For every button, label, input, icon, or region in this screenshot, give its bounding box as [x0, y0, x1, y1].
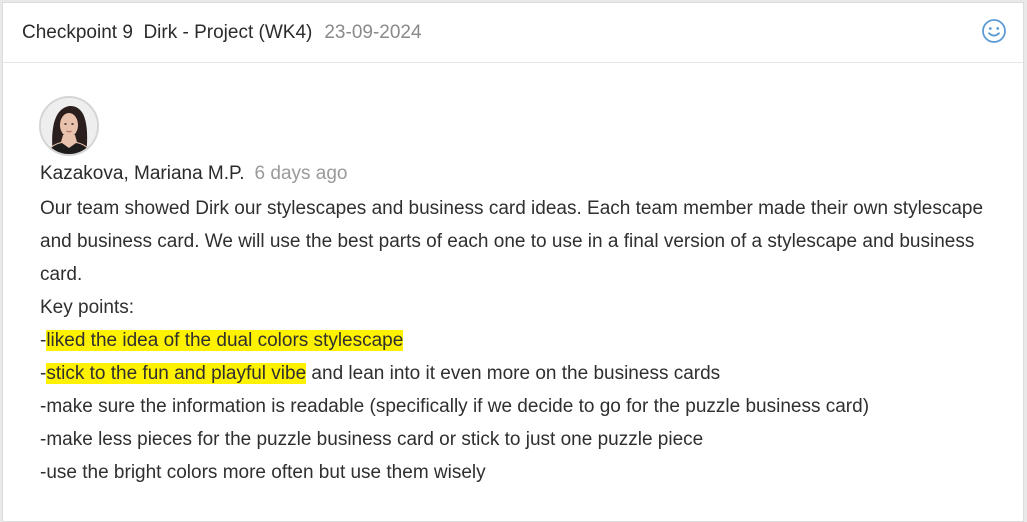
comment-paragraph: Our team showed Dirk our stylescapes and…	[40, 198, 984, 285]
comment-meta: Kazakova, Mariana M.P. 6 days ago	[40, 160, 348, 188]
card-header: Checkpoint 9 Dirk - Project (WK4) 23-09-…	[3, 3, 1023, 63]
point-text: and lean into it even more on the busine…	[306, 363, 721, 384]
point-text: make less pieces for the puzzle business…	[46, 429, 704, 450]
checkpoint-title: Checkpoint 9 Dirk - Project (WK4)	[22, 21, 313, 43]
user-avatar-icon	[41, 98, 97, 154]
author-name: Kazakova, Mariana M.P.	[40, 163, 245, 184]
checkpoint-date: 23-09-2024	[324, 21, 422, 43]
highlighted-text: liked the idea of the dual colors styles…	[46, 330, 404, 351]
checkpoint-card: Checkpoint 9 Dirk - Project (WK4) 23-09-…	[2, 2, 1024, 522]
list-item: -use the bright colors more often but us…	[40, 456, 1000, 489]
point-text: use the bright colors more often but use…	[46, 462, 486, 483]
point-text: make sure the information is readable (s…	[46, 396, 870, 417]
smiley-icon[interactable]	[981, 18, 1007, 44]
comment-timestamp: 6 days ago	[254, 163, 348, 184]
list-item: -make sure the information is readable (…	[40, 390, 1000, 423]
list-item: -stick to the fun and playful vibe and l…	[40, 357, 1000, 390]
highlighted-text: stick to the fun and playful vibe	[46, 363, 307, 384]
key-points-label: Key points:	[40, 297, 134, 318]
comment-body: Our team showed Dirk our stylescapes and…	[40, 192, 1000, 489]
avatar[interactable]	[39, 96, 99, 156]
list-item: -make less pieces for the puzzle busines…	[40, 423, 1000, 456]
list-item: -liked the idea of the dual colors style…	[40, 324, 1000, 357]
